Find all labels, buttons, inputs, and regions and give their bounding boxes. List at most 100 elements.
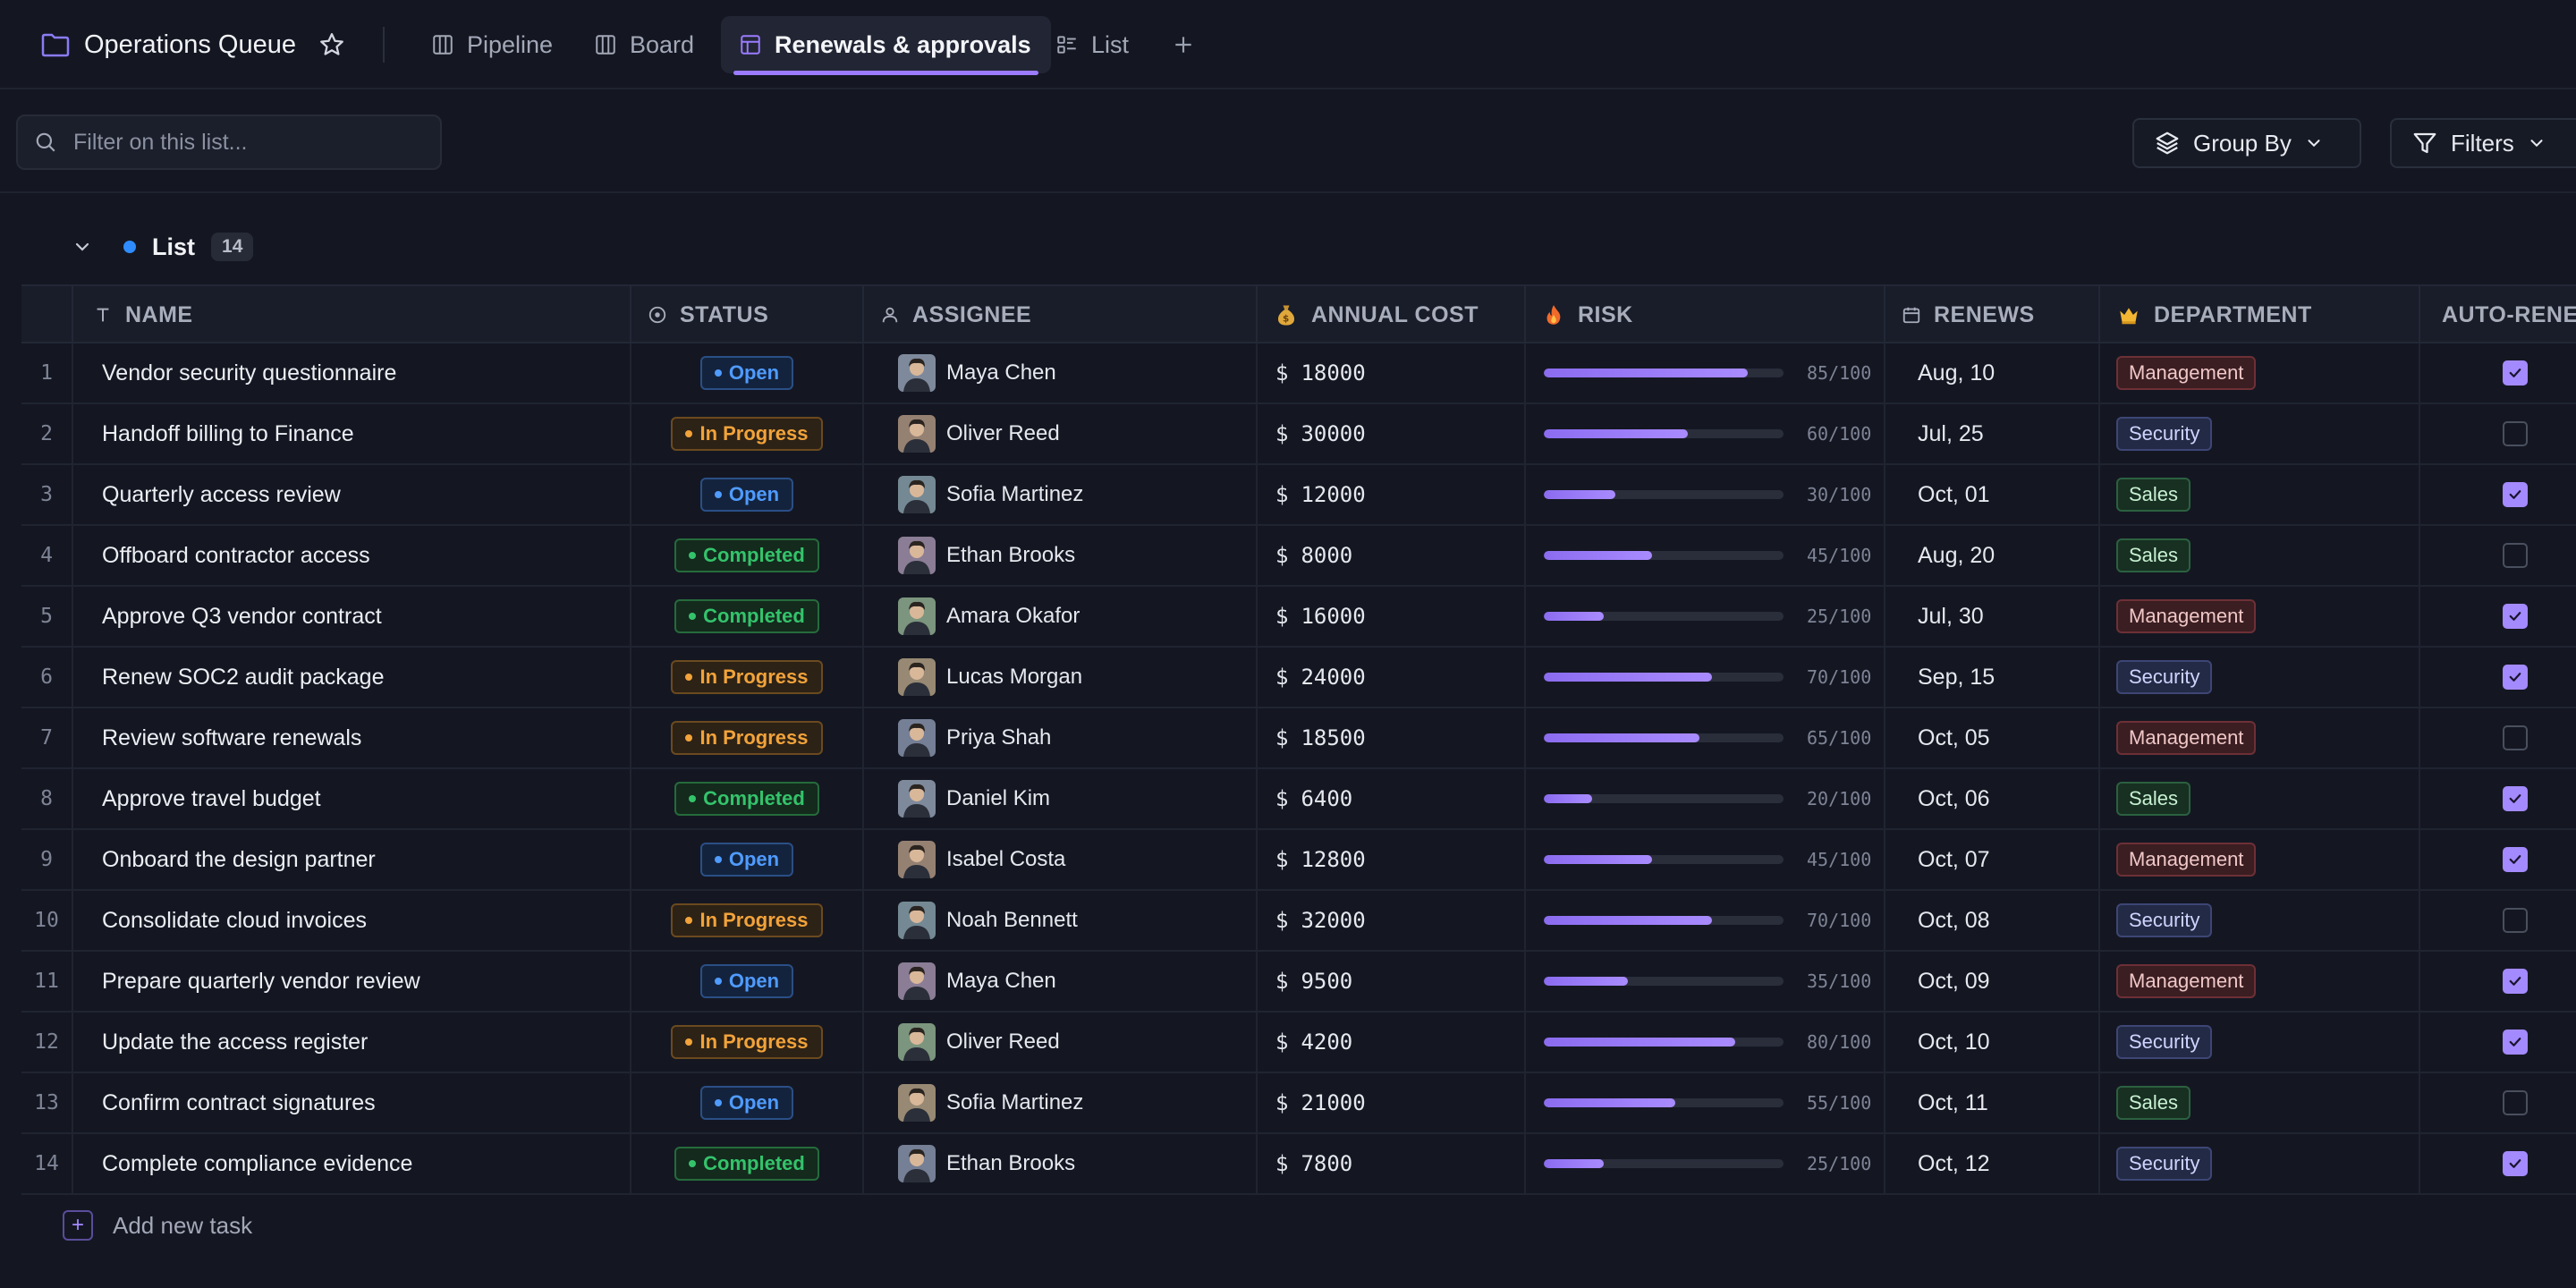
status-cell[interactable]: In Progress — [630, 891, 862, 950]
auto-renew-checkbox[interactable] — [2503, 360, 2528, 386]
tab-pipeline[interactable]: Pipeline — [431, 0, 553, 89]
renews-date[interactable]: Oct, 01 — [1884, 465, 2098, 524]
tab-list[interactable]: List — [1055, 0, 1129, 89]
column-header-name[interactable]: NAME — [72, 286, 630, 343]
auto-renew-checkbox[interactable] — [2503, 421, 2528, 446]
task-name[interactable]: Onboard the design partner — [72, 830, 630, 889]
department-cell[interactable]: Sales — [2098, 769, 2419, 828]
risk-cell[interactable]: 85/100 — [1524, 343, 1884, 402]
annual-cost-cell[interactable]: $21000 — [1256, 1073, 1524, 1132]
table-row[interactable]: 13 Confirm contract signatures Open Sofia M… — [21, 1073, 2576, 1134]
assignee-cell[interactable]: Ethan Brooks — [862, 526, 1256, 585]
table-row[interactable]: 11 Prepare quarterly vendor review Open May… — [21, 952, 2576, 1013]
department-cell[interactable]: Management — [2098, 343, 2419, 402]
auto-renew-checkbox[interactable] — [2503, 1030, 2528, 1055]
auto-renew-checkbox[interactable] — [2503, 1090, 2528, 1115]
task-name[interactable]: Prepare quarterly vendor review — [72, 952, 630, 1011]
column-header-assignee[interactable]: ASSIGNEE — [862, 286, 1256, 343]
assignee-cell[interactable]: Sofia Martinez — [862, 465, 1256, 524]
task-name[interactable]: Consolidate cloud invoices — [72, 891, 630, 950]
renews-date[interactable]: Oct, 05 — [1884, 708, 2098, 767]
assignee-cell[interactable]: Priya Shah — [862, 708, 1256, 767]
assignee-cell[interactable]: Isabel Costa — [862, 830, 1256, 889]
assignee-cell[interactable]: Oliver Reed — [862, 404, 1256, 463]
table-row[interactable]: 9 Onboard the design partner Open Isabel Co… — [21, 830, 2576, 891]
risk-cell[interactable]: 65/100 — [1524, 708, 1884, 767]
auto-renew-checkbox[interactable] — [2503, 604, 2528, 629]
add-new-task-button[interactable]: + Add new task — [63, 1208, 252, 1243]
status-cell[interactable]: Completed — [630, 769, 862, 828]
annual-cost-cell[interactable]: $16000 — [1256, 587, 1524, 646]
status-cell[interactable]: Open — [630, 1073, 862, 1132]
department-cell[interactable]: Security — [2098, 891, 2419, 950]
annual-cost-cell[interactable]: $7800 — [1256, 1134, 1524, 1193]
assignee-cell[interactable]: Maya Chen — [862, 343, 1256, 402]
annual-cost-cell[interactable]: $6400 — [1256, 769, 1524, 828]
status-cell[interactable]: Open — [630, 952, 862, 1011]
column-header-department[interactable]: DEPARTMENT — [2098, 286, 2419, 343]
assignee-cell[interactable]: Sofia Martinez — [862, 1073, 1256, 1132]
department-cell[interactable]: Management — [2098, 952, 2419, 1011]
auto-renew-checkbox[interactable] — [2503, 969, 2528, 994]
task-name[interactable]: Quarterly access review — [72, 465, 630, 524]
renews-date[interactable]: Sep, 15 — [1884, 648, 2098, 707]
assignee-cell[interactable]: Noah Bennett — [862, 891, 1256, 950]
department-cell[interactable]: Management — [2098, 587, 2419, 646]
task-name[interactable]: Vendor security questionnaire — [72, 343, 630, 402]
risk-cell[interactable]: 20/100 — [1524, 769, 1884, 828]
auto-renew-checkbox[interactable] — [2503, 786, 2528, 811]
assignee-cell[interactable]: Amara Okafor — [862, 587, 1256, 646]
auto-renew-checkbox[interactable] — [2503, 482, 2528, 507]
assignee-cell[interactable]: Maya Chen — [862, 952, 1256, 1011]
assignee-cell[interactable]: Daniel Kim — [862, 769, 1256, 828]
annual-cost-cell[interactable]: $9500 — [1256, 952, 1524, 1011]
chevron-down-icon[interactable] — [72, 236, 93, 258]
search-box[interactable] — [16, 114, 442, 170]
task-name[interactable]: Approve travel budget — [72, 769, 630, 828]
table-row[interactable]: 4 Offboard contractor access Completed Etha… — [21, 526, 2576, 587]
group-by-button[interactable]: Group By — [2132, 118, 2361, 168]
renews-date[interactable]: Oct, 09 — [1884, 952, 2098, 1011]
risk-cell[interactable]: 55/100 — [1524, 1073, 1884, 1132]
task-name[interactable]: Approve Q3 vendor contract — [72, 587, 630, 646]
auto-renew-checkbox[interactable] — [2503, 847, 2528, 872]
department-cell[interactable]: Management — [2098, 708, 2419, 767]
status-cell[interactable]: In Progress — [630, 1013, 862, 1072]
task-name[interactable]: Complete compliance evidence — [72, 1134, 630, 1193]
risk-cell[interactable]: 45/100 — [1524, 526, 1884, 585]
column-header-renews[interactable]: RENEWS — [1884, 286, 2098, 343]
task-name[interactable]: Renew SOC2 audit package — [72, 648, 630, 707]
department-cell[interactable]: Sales — [2098, 465, 2419, 524]
assignee-cell[interactable]: Oliver Reed — [862, 1013, 1256, 1072]
department-cell[interactable]: Security — [2098, 648, 2419, 707]
status-cell[interactable]: Open — [630, 465, 862, 524]
renews-date[interactable]: Jul, 30 — [1884, 587, 2098, 646]
filters-button[interactable]: Filters — [2390, 118, 2576, 168]
add-tab-button[interactable] — [1172, 0, 1195, 89]
annual-cost-cell[interactable]: $12800 — [1256, 830, 1524, 889]
annual-cost-cell[interactable]: $30000 — [1256, 404, 1524, 463]
department-cell[interactable]: Security — [2098, 1013, 2419, 1072]
renews-date[interactable]: Oct, 11 — [1884, 1073, 2098, 1132]
assignee-cell[interactable]: Ethan Brooks — [862, 1134, 1256, 1193]
table-row[interactable]: 2 Handoff billing to Finance In Progress Ol… — [21, 404, 2576, 465]
risk-cell[interactable]: 60/100 — [1524, 404, 1884, 463]
status-cell[interactable]: Completed — [630, 526, 862, 585]
table-row[interactable]: 6 Renew SOC2 audit package In Progress Luca… — [21, 648, 2576, 708]
department-cell[interactable]: Management — [2098, 830, 2419, 889]
risk-cell[interactable]: 80/100 — [1524, 1013, 1884, 1072]
auto-renew-checkbox[interactable] — [2503, 665, 2528, 690]
annual-cost-cell[interactable]: $4200 — [1256, 1013, 1524, 1072]
table-row[interactable]: 10 Consolidate cloud invoices In Progress N… — [21, 891, 2576, 952]
status-cell[interactable]: In Progress — [630, 708, 862, 767]
status-cell[interactable]: In Progress — [630, 404, 862, 463]
column-header-status[interactable]: STATUS — [630, 286, 862, 343]
renews-date[interactable]: Aug, 20 — [1884, 526, 2098, 585]
status-cell[interactable]: Completed — [630, 1134, 862, 1193]
renews-date[interactable]: Jul, 25 — [1884, 404, 2098, 463]
table-row[interactable]: 5 Approve Q3 vendor contract Completed Amar… — [21, 587, 2576, 648]
table-row[interactable]: 7 Review software renewals In Progress Priy… — [21, 708, 2576, 769]
annual-cost-cell[interactable]: $24000 — [1256, 648, 1524, 707]
assignee-cell[interactable]: Lucas Morgan — [862, 648, 1256, 707]
renews-date[interactable]: Aug, 10 — [1884, 343, 2098, 402]
